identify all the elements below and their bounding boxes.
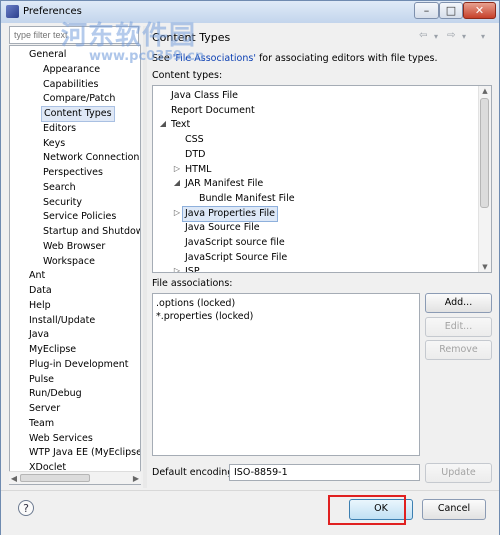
scroll-right-icon[interactable]: ▶ xyxy=(131,473,141,484)
watermark-logo: 河东软件园 xyxy=(61,21,197,51)
sidebar-item[interactable]: Service Policies xyxy=(43,210,116,224)
sidebar-item[interactable]: Keys xyxy=(43,137,65,151)
help-icon[interactable]: ? xyxy=(18,500,34,516)
sidebar-item[interactable]: Plug-in Development xyxy=(29,358,128,372)
content-type-item[interactable]: JavaScript source file xyxy=(185,236,285,250)
sidebar-item[interactable]: Ant xyxy=(29,269,45,283)
file-associations-label: File associations: xyxy=(152,278,233,289)
content-type-item[interactable]: DTD xyxy=(185,148,205,162)
sidebar-item[interactable]: Web Services xyxy=(29,432,93,446)
expanded-twisty-icon[interactable]: ◢ xyxy=(159,119,167,128)
content-type-item[interactable]: JavaScript Source File xyxy=(185,251,287,265)
content-type-item[interactable]: Java Source File xyxy=(185,221,260,235)
scroll-thumb[interactable] xyxy=(480,98,489,208)
collapsed-twisty-icon[interactable]: ▷ xyxy=(173,266,181,272)
add-button[interactable]: Add... xyxy=(425,293,492,313)
sidebar-item[interactable]: Team xyxy=(29,417,54,431)
default-encoding-label: Default encoding: xyxy=(152,467,237,478)
sidebar-item[interactable]: Capabilities xyxy=(43,78,98,92)
cancel-button[interactable]: Cancel xyxy=(422,499,486,520)
content-types-tree[interactable]: ▲ ▼ Java Class File Report Document ◢ Text C… xyxy=(152,85,492,273)
view-menu-chevron-icon[interactable]: ▾ xyxy=(481,32,485,41)
sidebar-item[interactable]: Startup and Shutdown xyxy=(43,225,140,239)
content-type-item[interactable]: CSS xyxy=(185,133,204,147)
sidebar-item[interactable]: Network Connections xyxy=(43,151,140,165)
panel-divider[interactable] xyxy=(143,26,147,488)
scroll-thumb[interactable] xyxy=(20,474,90,482)
sidebar-item[interactable]: WTP Java EE (MyEclipse) xyxy=(29,446,140,460)
scroll-up-icon[interactable]: ▲ xyxy=(479,86,491,96)
collapsed-twisty-icon[interactable]: ▷ xyxy=(173,164,181,173)
sidebar-item[interactable]: Java xyxy=(29,328,49,342)
sidebar-item[interactable]: Compare/Patch xyxy=(43,92,115,106)
content-type-item[interactable]: HTML xyxy=(185,163,211,177)
content-type-item[interactable]: JAR Manifest File xyxy=(185,177,263,191)
collapsed-twisty-icon[interactable]: ▷ xyxy=(173,208,181,217)
minimize-button[interactable]: – xyxy=(414,2,439,19)
app-icon xyxy=(6,5,19,18)
sidebar-item[interactable]: Perspectives xyxy=(43,166,103,180)
content-type-item[interactable]: JSP xyxy=(185,265,200,272)
preference-tree[interactable]: General Appearance Capabilities Compare/Pat… xyxy=(9,45,141,485)
sidebar-item[interactable]: Web Browser xyxy=(43,240,105,254)
sidebar-item[interactable]: Editors xyxy=(43,122,76,136)
close-button[interactable]: ✕ xyxy=(463,2,496,19)
tree-horizontal-scrollbar[interactable]: ◀ ▶ xyxy=(9,471,141,484)
sidebar-item[interactable]: Pulse xyxy=(29,373,54,387)
content-type-item[interactable]: Report Document xyxy=(171,104,255,118)
content-type-item[interactable]: Text xyxy=(171,118,190,132)
watermark-url: www.pc0359.cn xyxy=(89,49,205,64)
sidebar-item[interactable]: Help xyxy=(29,299,51,313)
sidebar-item[interactable]: Install/Update xyxy=(29,314,95,328)
description-suffix: for associating editors with file types. xyxy=(255,53,438,64)
content-types-scrollbar[interactable]: ▲ ▼ xyxy=(478,86,491,272)
remove-button[interactable]: Remove xyxy=(425,340,492,360)
sidebar-item[interactable]: Server xyxy=(29,402,60,416)
content-type-item[interactable]: Bundle Manifest File xyxy=(199,192,295,206)
forward-menu-chevron-icon[interactable]: ▾ xyxy=(462,32,466,41)
preferences-window: Preferences – □ ✕ GeneralAppearanceCapab… xyxy=(0,0,500,535)
scroll-down-icon[interactable]: ▼ xyxy=(479,262,491,272)
maximize-button[interactable]: □ xyxy=(439,2,463,19)
file-association-item[interactable]: *.properties (locked) xyxy=(156,310,253,324)
sidebar-item[interactable]: MyEclipse xyxy=(29,343,76,357)
sidebar-item[interactable]: Search xyxy=(43,181,76,195)
sidebar-item[interactable]: Content Types xyxy=(41,106,115,122)
scroll-left-icon[interactable]: ◀ xyxy=(9,473,19,484)
back-menu-chevron-icon[interactable]: ▾ xyxy=(434,32,438,41)
content-types-label: Content types: xyxy=(152,70,223,81)
file-association-item[interactable]: .options (locked) xyxy=(156,297,235,311)
sidebar-item[interactable]: Security xyxy=(43,196,82,210)
sidebar-item[interactable]: Workspace xyxy=(43,255,95,269)
expanded-twisty-icon[interactable]: ◢ xyxy=(173,178,181,187)
default-encoding-input[interactable]: ISO-8859-1 xyxy=(229,464,420,481)
edit-button[interactable]: Edit... xyxy=(425,317,492,337)
back-arrow-icon[interactable]: ⇦ xyxy=(419,30,427,41)
file-associations-list[interactable]: .options (locked) *.properties (locked) xyxy=(152,293,420,456)
update-button[interactable]: Update xyxy=(425,463,492,483)
sidebar-item[interactable]: Run/Debug xyxy=(29,387,82,401)
ok-button-highlight-box xyxy=(328,495,406,525)
content-type-item[interactable]: Java Class File xyxy=(171,89,238,103)
sidebar-item[interactable]: Data xyxy=(29,284,52,298)
sidebar-item[interactable]: Appearance xyxy=(43,63,100,77)
forward-arrow-icon[interactable]: ⇨ xyxy=(447,30,455,41)
content-type-item[interactable]: Java Properties File xyxy=(182,205,279,222)
